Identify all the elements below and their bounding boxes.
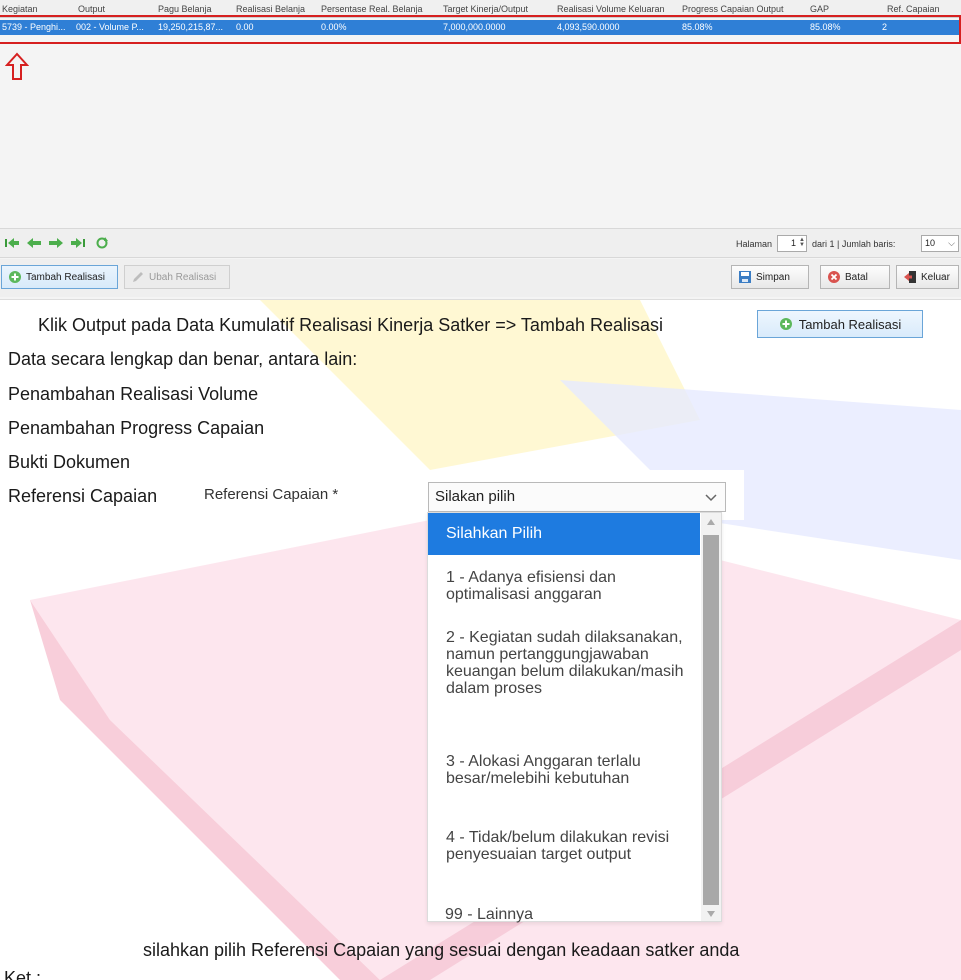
page-number-value: 1 (790, 238, 796, 248)
simpan-button[interactable]: Simpan (731, 265, 809, 289)
tambah-realisasi-label: Tambah Realisasi (26, 271, 105, 283)
scroll-down-icon[interactable] (706, 910, 716, 918)
up-arrow-icon (5, 52, 29, 80)
col-persentase[interactable]: Persentase Real. Belanja (321, 4, 433, 14)
col-gap[interactable]: GAP (810, 4, 870, 14)
col-pagu[interactable]: Pagu Belanja (158, 4, 230, 14)
batal-button[interactable]: Batal (820, 265, 890, 289)
referensi-capaian-dropdown: Silahkan Pilih 1 - Adanya efisiensi dan … (427, 512, 722, 922)
scroll-up-icon[interactable] (706, 518, 716, 526)
ubah-realisasi-label: Ubah Realisasi (149, 271, 217, 283)
referensi-capaian-value: Silakan pilih (435, 488, 516, 505)
ubah-realisasi-button[interactable]: Ubah Realisasi (124, 265, 230, 289)
last-page-icon[interactable] (70, 237, 86, 249)
option-99-label[interactable]: 99 - Lainnya (445, 906, 533, 924)
ket-label: Ket : (4, 968, 42, 980)
list-item-progress-capaian: Penambahan Progress Capaian (8, 418, 265, 438)
page-count-label: dari 1 | Jumlah baris: (812, 239, 896, 249)
pencil-icon (133, 272, 143, 282)
rows-per-page-value: 10 (925, 238, 936, 248)
add-circle-icon (779, 318, 792, 330)
dropdown-scrollbar[interactable] (701, 513, 721, 921)
tambah-realisasi-inline-button[interactable]: Tambah Realisasi (757, 310, 923, 338)
col-ref-capaian[interactable]: Ref. Capaian (887, 4, 959, 14)
col-progress[interactable]: Progress Capaian Output (682, 4, 802, 14)
col-output[interactable]: Output (78, 4, 148, 14)
prev-page-icon[interactable] (26, 237, 42, 249)
refresh-icon[interactable] (94, 237, 110, 249)
list-item-referensi-capaian: Referensi Capaian (8, 486, 158, 506)
caption-text: silahkan pilih Referensi Capaian yang se… (143, 940, 740, 960)
pager: Halaman 1 ▲ ▼ dari 1 | Jumlah baris: 10 ⌵ (0, 228, 961, 258)
halaman-label: Halaman (736, 239, 773, 249)
exit-icon (904, 271, 916, 283)
option-2[interactable]: 2 - Kegiatan sudah dilaksanakan, namun p… (428, 629, 700, 697)
option-silahkan-pilih[interactable]: Silahkan Pilih (428, 513, 700, 555)
chevron-down-icon (705, 494, 717, 502)
option-4[interactable]: 4 - Tidak/belum dilakukan revisi penyesu… (428, 829, 700, 863)
save-icon (739, 271, 751, 283)
tambah-realisasi-button[interactable]: Tambah Realisasi (1, 265, 118, 289)
keluar-label: Keluar (921, 271, 950, 283)
col-realisasi-volume[interactable]: Realisasi Volume Keluaran (557, 4, 677, 14)
list-item-realisasi-volume: Penambahan Realisasi Volume (8, 384, 259, 404)
option-3[interactable]: 3 - Alokasi Anggaran terlalu besar/meleb… (428, 753, 700, 787)
col-realisasi[interactable]: Realisasi Belanja (236, 4, 316, 14)
step-1-text: Klik Output pada Data Kumulatif Realisas… (38, 315, 663, 335)
simpan-label: Simpan (756, 271, 790, 283)
col-target[interactable]: Target Kinerja/Output (443, 4, 551, 14)
chevron-down-icon: ⌵ (948, 238, 955, 248)
col-kegiatan[interactable]: Kegiatan (2, 4, 62, 14)
option-1[interactable]: 1 - Adanya efisiensi dan optimalisasi an… (428, 569, 700, 603)
tambah-realisasi-inline-label: Tambah Realisasi (798, 316, 902, 332)
first-page-icon[interactable] (4, 237, 20, 249)
add-circle-icon (9, 271, 21, 283)
referensi-capaian-label: Referensi Capaian * (204, 486, 339, 503)
keluar-button[interactable]: Keluar (896, 265, 959, 289)
next-page-icon[interactable] (48, 237, 64, 249)
rows-per-page-select[interactable]: 10 ⌵ (921, 235, 959, 252)
toolbar: Tambah Realisasi Ubah Realisasi Simpan B… (0, 259, 961, 297)
spinner-icon[interactable]: ▲ ▼ (799, 237, 805, 248)
list-item-bukti-dokumen: Bukti Dokumen (8, 452, 131, 472)
scrollbar-thumb[interactable] (703, 535, 719, 905)
realisasi-grid: Kegiatan Output Pagu Belanja Realisasi B… (0, 0, 961, 300)
grid-body (0, 45, 961, 228)
batal-label: Batal (845, 271, 868, 283)
page-number-input[interactable]: 1 ▲ ▼ (777, 235, 807, 252)
highlight-box (0, 15, 961, 44)
step-2-text: Data secara lengkap dan benar, antara la… (8, 349, 358, 369)
referensi-capaian-select[interactable]: Silakan pilih (428, 482, 726, 512)
cancel-icon (828, 271, 840, 283)
